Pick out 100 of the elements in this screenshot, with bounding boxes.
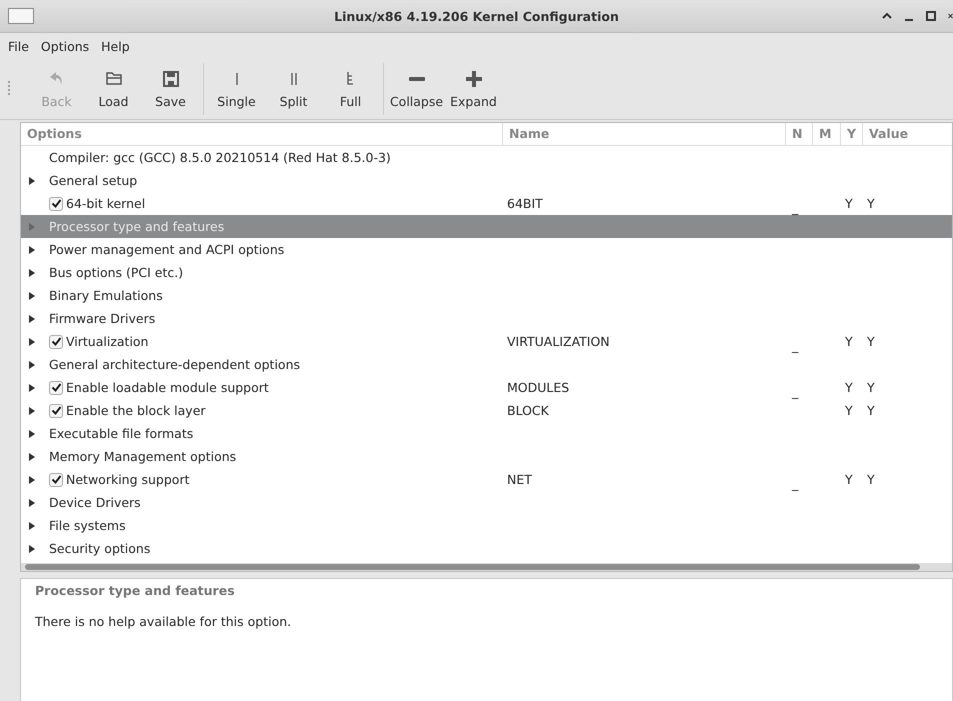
no-marker: _	[792, 338, 798, 353]
option-label: Power management and ACPI options	[49, 242, 284, 257]
option-label: Device Drivers	[49, 495, 141, 510]
symbol-name: NET	[507, 472, 532, 487]
column-header[interactable]: Y	[841, 123, 863, 145]
yes-marker: Y	[845, 334, 853, 349]
no-marker: _	[792, 476, 798, 491]
tree-row[interactable]: Executable file formats	[21, 422, 952, 445]
expander-icon[interactable]	[29, 544, 35, 552]
tree-row[interactable]: Device Drivers	[21, 491, 952, 514]
tree-row[interactable]: Security options	[21, 537, 952, 560]
yes-marker: Y	[845, 380, 853, 395]
column-header[interactable]: Name	[503, 123, 786, 145]
option-label: Executable file formats	[49, 426, 194, 441]
symbol-name: MODULES	[507, 380, 570, 395]
expander-icon[interactable]	[29, 246, 35, 254]
checkbox[interactable]	[49, 196, 63, 210]
no-marker: _	[792, 200, 798, 215]
symbol-name: VIRTUALIZATION	[507, 334, 610, 349]
tree-row[interactable]: File systems	[21, 514, 952, 537]
tree-row[interactable]: Binary Emulations	[21, 284, 952, 307]
tree-row[interactable]: Networking support NET _ Y Y	[21, 468, 952, 491]
tree-row[interactable]: Power management and ACPI options	[21, 238, 952, 261]
option-label: File systems	[49, 518, 126, 533]
column-header[interactable]: M	[813, 123, 841, 145]
option-label: Binary Emulations	[49, 288, 163, 303]
window-icon	[8, 8, 34, 24]
window-title: Linux/x86 4.19.206 Kernel Configuration	[334, 8, 619, 24]
column-header[interactable]: N	[786, 123, 813, 145]
option-label: Memory Management options	[49, 449, 236, 464]
plus-icon	[466, 70, 482, 86]
horizontal-scrollbar[interactable]	[21, 563, 952, 571]
tree-branch-icon	[347, 72, 354, 85]
toolbar-button[interactable]: Expand	[445, 63, 502, 115]
expander-icon[interactable]	[29, 406, 35, 414]
expander-icon[interactable]	[29, 314, 35, 322]
maximize-icon[interactable]	[926, 11, 936, 21]
toolbar-button[interactable]: Collapse	[388, 63, 445, 115]
yes-marker: Y	[845, 472, 853, 487]
menu-item[interactable]: File	[2, 38, 35, 54]
help-text: There is no help available for this option.	[35, 614, 292, 629]
tree-row[interactable]: Memory Management options	[21, 445, 952, 468]
option-label: Firmware Drivers	[49, 311, 156, 326]
expander-icon[interactable]	[29, 476, 35, 484]
minus-icon	[408, 76, 424, 80]
option-value: Y	[867, 380, 875, 395]
tree-row[interactable]: Enable the block layer BLOCK Y Y	[21, 399, 952, 422]
checkbox[interactable]	[49, 472, 63, 486]
tree-row[interactable]: 64-bit kernel 64BIT _ Y Y	[21, 192, 952, 215]
folder-icon	[106, 72, 122, 85]
close-icon[interactable]	[948, 11, 953, 21]
expander-icon[interactable]	[29, 268, 35, 276]
expander-icon[interactable]	[29, 498, 35, 506]
tree-row[interactable]: General architecture-dependent options	[21, 353, 952, 376]
option-value: Y	[867, 334, 875, 349]
option-label: Compiler: gcc (GCC) 8.5.0 20210514 (Red Hat 8.5.0-3)	[49, 150, 391, 165]
option-label: Virtualization	[66, 334, 148, 349]
option-value: Y	[867, 403, 875, 418]
option-label: Enable the block layer	[66, 403, 206, 418]
expander-icon[interactable]	[29, 430, 35, 438]
help-title: Processor type and features	[35, 583, 235, 598]
checkbox[interactable]	[49, 380, 63, 394]
option-label: General setup	[49, 173, 138, 188]
symbol-name: 64BIT	[507, 196, 543, 211]
checkbox[interactable]	[49, 404, 63, 418]
expander-icon[interactable]	[29, 360, 35, 368]
yes-marker: Y	[845, 196, 853, 211]
checkbox[interactable]	[49, 334, 63, 348]
tree-row[interactable]: General setup	[21, 169, 952, 192]
column-header[interactable]: Value	[863, 123, 952, 145]
option-label: Bus options (PCI etc.)	[49, 265, 184, 280]
tree-row[interactable]: Virtualization VIRTUALIZATION _ Y Y	[21, 330, 952, 353]
option-label: General architecture-dependent options	[49, 357, 300, 372]
option-label: Networking support	[66, 472, 190, 487]
column-header[interactable]: Options	[21, 123, 503, 145]
expander-icon[interactable]	[29, 384, 35, 392]
menu-item[interactable]: Help	[95, 38, 136, 54]
tree-row[interactable]: Compiler: gcc (GCC) 8.5.0 20210514 (Red Hat 8.5.0-3)	[21, 146, 952, 169]
back-arrow-icon	[50, 72, 63, 86]
tree-row[interactable]: Firmware Drivers	[21, 307, 952, 330]
option-label: Processor type and features	[49, 219, 224, 234]
toolbar-button[interactable]: Single	[208, 63, 265, 115]
toolbar-button[interactable]: Load	[85, 63, 142, 115]
expander-icon[interactable]	[29, 522, 35, 530]
expander-icon[interactable]	[29, 176, 35, 184]
option-value: Y	[867, 196, 875, 211]
no-marker: _	[792, 384, 798, 399]
option-label: Enable loadable module support	[66, 380, 269, 395]
expander-icon[interactable]	[29, 452, 35, 460]
tree-row[interactable]: Bus options (PCI etc.)	[21, 261, 952, 284]
expander-icon[interactable]	[29, 338, 35, 346]
tree-row[interactable]: Enable loadable module support MODULES _ Y Y	[21, 376, 952, 399]
toolbar-button[interactable]: Split	[265, 63, 322, 115]
toolbar-button[interactable]: Full	[322, 63, 379, 115]
menu-item[interactable]: Options	[34, 38, 96, 54]
chevron-up-icon[interactable]	[882, 11, 892, 21]
expander-icon[interactable]	[29, 292, 35, 300]
toolbar-button[interactable]: Save	[142, 63, 199, 115]
yes-marker: Y	[845, 403, 853, 418]
option-value: Y	[867, 472, 875, 487]
